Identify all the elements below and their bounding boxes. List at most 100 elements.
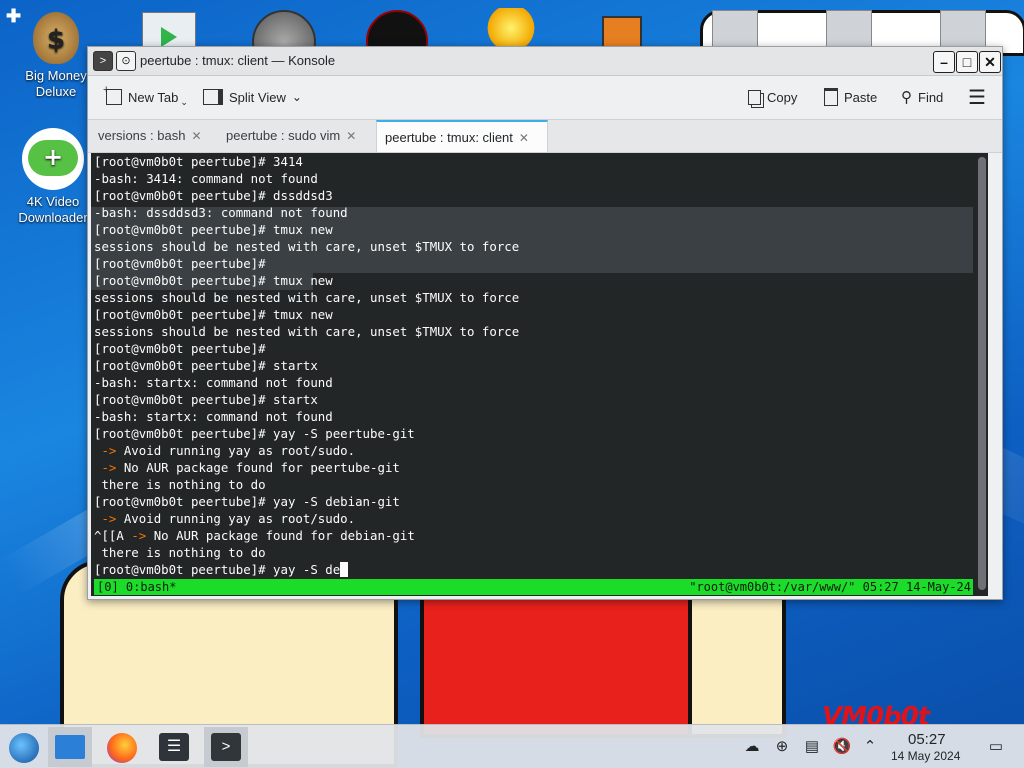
desktop-icon-label: Big Money: [25, 68, 87, 83]
terminal-line: -> Avoid running yay as root/sudo.: [101, 443, 356, 458]
firefox-icon: [107, 733, 137, 763]
terminal-prompt-line[interactable]: [root@vm0b0t peertube]# yay -S de: [94, 561, 519, 578]
toolbar: + New Tab ⌄ Split View ⌄ Copy Paste ⚲ Fi…: [88, 76, 1002, 118]
pin-icon[interactable]: ⊙: [116, 51, 136, 71]
new-tab-button[interactable]: + New Tab ⌄: [103, 84, 188, 108]
tmux-status-right: "root@vm0b0t:/var/www/" 05:27 14-May-24: [689, 580, 971, 594]
find-button[interactable]: ⚲ Find: [901, 86, 943, 108]
terminal-line: [root@vm0b0t peertube]# yay -S debian-gi…: [94, 494, 400, 509]
terminal-line: [root@vm0b0t peertube]#: [94, 256, 266, 271]
file-icon[interactable]: [712, 10, 758, 48]
volume-muted-icon[interactable]: 🔇: [832, 737, 852, 757]
split-view-icon: [203, 89, 223, 105]
cloud-sync-icon[interactable]: ☁: [742, 737, 762, 757]
hamburger-menu-button[interactable]: ☰: [968, 86, 986, 109]
tab-bar: versions : bash ✕ peertube : sudo vim ✕ pe…: [88, 119, 1002, 153]
clipboard-icon[interactable]: ▤: [802, 737, 822, 757]
scrollbar-thumb[interactable]: [978, 157, 986, 590]
title-bar[interactable]: > ⊙ peertube : tmux: client — Konsole – …: [88, 47, 1002, 76]
split-view-button[interactable]: Split View ⌄: [203, 86, 302, 108]
split-view-label: Split View: [229, 89, 286, 105]
terminal-line: sessions should be nested with care, uns…: [94, 290, 520, 305]
terminal-line: [root@vm0b0t peertube]# tmux new: [94, 307, 333, 322]
app-icon-sun[interactable]: [478, 8, 544, 48]
close-tab-icon[interactable]: ✕: [519, 131, 529, 145]
terminal-line: -> Avoid running yay as root/sudo.: [101, 511, 356, 526]
tab-versions-bash[interactable]: versions : bash ✕: [90, 120, 212, 152]
task-firefox[interactable]: [100, 727, 144, 767]
tmux-window-list: [0] 0:bash*: [97, 580, 177, 594]
desktop-icon-big-money[interactable]: $ Big Money Deluxe: [14, 12, 98, 100]
desktop-icon-label: Downloader: [18, 210, 88, 225]
terminal-line: -bash: startx: command not found: [94, 409, 333, 424]
sliders-icon: ☰: [159, 733, 189, 761]
desktop-icon-label: 4K Video: [26, 194, 80, 209]
chevron-down-icon: ⌄: [180, 96, 188, 107]
clock-time[interactable]: 05:27: [908, 731, 946, 748]
desktop-icon-4k-video[interactable]: + 4K Video Downloader: [8, 128, 98, 226]
terminal-input[interactable]: [root@vm0b0t peertube]# yay -S de: [94, 562, 340, 577]
folder-icon: [55, 735, 85, 759]
paste-label: Paste: [844, 89, 878, 105]
find-label: Find: [918, 89, 944, 105]
terminal-line: there is nothing to do: [94, 545, 266, 560]
search-icon: ⚲: [901, 89, 912, 106]
terminal-line: -bash: startx: command not found: [94, 375, 333, 390]
tab-peertube-sudo-vim[interactable]: peertube : sudo vim ✕: [218, 120, 370, 152]
task-file-manager[interactable]: [48, 727, 92, 767]
close-tab-icon[interactable]: ✕: [346, 129, 356, 143]
close-button[interactable]: ✕: [979, 51, 1001, 73]
terminal-app-icon[interactable]: >: [93, 51, 113, 71]
document-file-icon[interactable]: [940, 10, 986, 48]
settings-file-icon[interactable]: [826, 10, 872, 48]
tmux-status-bar: [0] 0:bash* "root@vm0b0t:/var/www/" 05:2…: [94, 579, 973, 595]
terminal-line: [root@vm0b0t peertube]# startx: [94, 392, 318, 407]
terminal-line: -> No AUR package found for peertube-git: [101, 460, 400, 475]
taskbar: ☰ > ☁ ⊕ ▤ 🔇 ⌃ 05:27 14 May 2024 ▭: [0, 724, 1024, 768]
terminal-line: [root@vm0b0t peertube]# tmux new: [94, 222, 333, 237]
maximize-button[interactable]: □: [956, 51, 978, 73]
terminal-line: sessions should be nested with care, uns…: [94, 324, 520, 339]
chevron-up-icon[interactable]: ⌃: [860, 737, 880, 757]
task-konsole[interactable]: >: [204, 727, 248, 767]
terminal-icon: >: [211, 733, 241, 761]
wallpaper-drawing-yellow-right: [688, 580, 786, 738]
paste-icon: [824, 88, 838, 106]
copy-button[interactable]: Copy: [748, 86, 797, 108]
close-tab-icon[interactable]: ✕: [191, 129, 201, 143]
terminal-line: [root@vm0b0t peertube]#: [94, 341, 266, 356]
new-tab-icon: +: [103, 84, 122, 105]
update-icon[interactable]: ⊕: [772, 737, 792, 757]
tab-label: peertube : sudo vim: [226, 128, 341, 143]
terminal-line: [root@vm0b0t peertube]# startx: [94, 358, 318, 373]
wallpaper-drawing-red: [420, 590, 698, 738]
terminal-line: [root@vm0b0t peertube]# tmux new: [94, 273, 333, 288]
terminal-line: [root@vm0b0t peertube]# 3414: [94, 154, 303, 169]
money-bag-icon: $: [33, 12, 79, 64]
terminal-line: ^[[A -> No AUR package found for debian-…: [94, 528, 415, 543]
terminal-line: -bash: dssddsd3: command not found: [94, 205, 348, 220]
terminal-area[interactable]: [root@vm0b0t peertube]# 3414 -bash: 3414:…: [91, 153, 988, 596]
window-title: peertube : tmux: client — Konsole: [140, 53, 336, 68]
start-orb-icon: [9, 733, 39, 763]
cloud-download-icon: +: [22, 128, 84, 190]
desktop-icon-label: Deluxe: [35, 84, 77, 99]
app-icon-media[interactable]: [142, 12, 196, 50]
terminal-output: [root@vm0b0t peertube]# 3414 -bash: 3414:…: [94, 153, 519, 578]
app-icon-office[interactable]: [602, 16, 642, 50]
text-cursor: [340, 562, 349, 577]
paste-button[interactable]: Paste: [824, 86, 877, 108]
tab-peertube-tmux-client[interactable]: peertube : tmux: client ✕: [376, 120, 548, 152]
clock-date[interactable]: 14 May 2024: [891, 749, 960, 763]
terminal-line: [root@vm0b0t peertube]# dssddsd3: [94, 188, 333, 203]
tab-label: versions : bash: [98, 128, 186, 143]
terminal-line: -bash: 3414: command not found: [94, 171, 318, 186]
start-menu-button[interactable]: [2, 727, 46, 767]
show-desktop-icon[interactable]: ▭: [986, 737, 1006, 757]
copy-icon: [748, 89, 761, 105]
scrollbar[interactable]: [978, 157, 986, 590]
minimize-button[interactable]: –: [933, 51, 955, 73]
task-settings[interactable]: ☰: [152, 727, 196, 767]
terminal-line: [root@vm0b0t peertube]# yay -S peertube-…: [94, 426, 415, 441]
chevron-down-icon: ⌄: [291, 90, 302, 104]
